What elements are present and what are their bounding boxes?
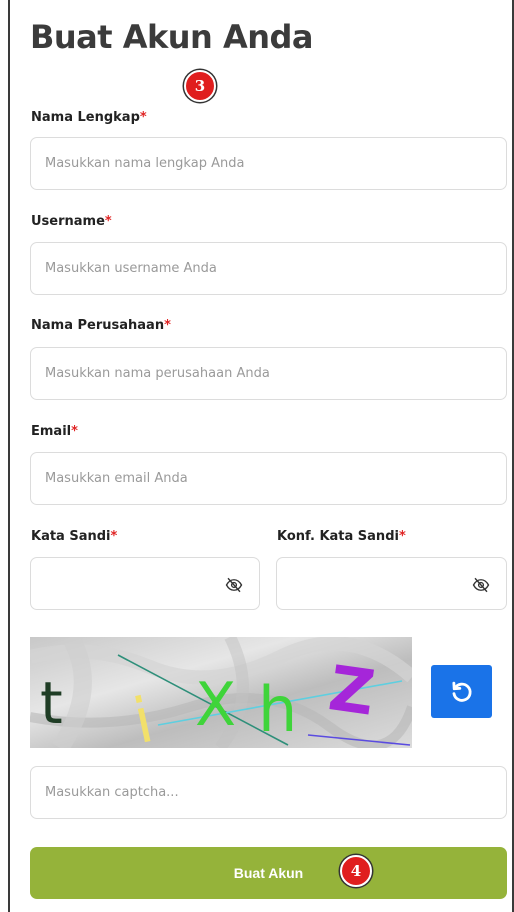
email-label: Email* [31,424,78,439]
full-name-input[interactable] [31,138,506,189]
eye-slash-icon[interactable] [225,576,243,594]
email-field[interactable] [30,452,507,505]
confirm-password-label: Konf. Kata Sandi* [277,529,406,544]
captcha-graphic: t i X h Z [30,637,412,748]
eye-slash-icon[interactable] [472,576,490,594]
refresh-captcha-button[interactable] [431,665,492,718]
company-field[interactable] [30,347,507,400]
annotation-marker-4: 4 [340,855,372,887]
create-account-label: Buat Akun [233,865,304,881]
create-account-button[interactable]: Buat Akun [30,847,507,899]
page-title: Buat Akun Anda [30,18,314,56]
captcha-char: h [258,673,297,746]
password-label: Kata Sandi* [31,529,118,544]
captcha-input[interactable] [31,767,506,818]
confirm-password-field[interactable] [276,557,507,610]
full-name-field[interactable] [30,137,507,190]
captcha-field[interactable] [30,766,507,819]
password-field[interactable] [30,557,260,610]
refresh-icon [451,681,471,702]
email-input[interactable] [31,453,506,504]
username-field[interactable] [30,242,507,295]
captcha-image: t i X h Z [30,637,412,748]
company-input[interactable] [31,348,506,399]
annotation-marker-3: 3 [184,70,216,102]
full-name-label: Nama Lengkap* [31,110,147,125]
captcha-char: X [195,670,236,740]
company-label: Nama Perusahaan* [31,318,171,333]
username-input[interactable] [31,243,506,294]
username-label: Username* [31,214,112,229]
captcha-char: t [40,669,63,737]
